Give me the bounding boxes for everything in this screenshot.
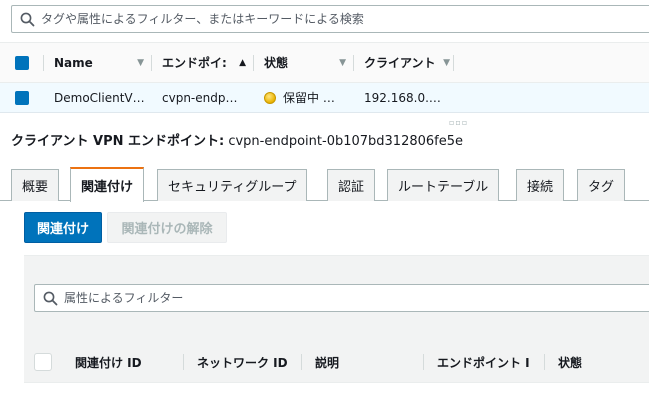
associations-table-header: 関連付け ID ネットワーク ID 説明 エンドポイント I 状態	[24, 342, 649, 382]
search-input[interactable]	[41, 12, 649, 26]
divider	[24, 382, 649, 383]
column-header-name[interactable]: Name ▼	[44, 43, 152, 82]
disassociate-button: 関連付けの解除	[107, 212, 227, 243]
associations-panel: 関連付け ID ネットワーク ID 説明 エンドポイント I 状態	[24, 255, 649, 383]
client-vpn-endpoints-table: Name ▼ エンドポイ: ▲ 状態 ▼ クライアント ▼ DemoClient…	[0, 42, 649, 113]
search-icon	[20, 12, 35, 27]
associate-button[interactable]: 関連付け	[24, 212, 102, 243]
endpoint-state: 保留中 …	[254, 83, 354, 112]
resource-search-box[interactable]	[11, 5, 649, 33]
sort-caret-icon[interactable]: ▼	[339, 58, 346, 68]
column-header-network-id[interactable]: ネットワーク ID	[184, 342, 302, 382]
detail-tabs: 概要 関連付け セキュリティグループ 認証 ルートテーブル 接続 タグ	[0, 167, 649, 202]
column-header-endpoint-ip[interactable]: エンドポイント I	[424, 342, 545, 382]
tab-authorization[interactable]: 認証	[327, 169, 376, 201]
column-header-state[interactable]: 状態 ▼	[254, 43, 354, 82]
search-icon	[43, 291, 58, 306]
endpoint-id: cvpn-endp…	[162, 90, 238, 105]
table-row[interactable]: DemoClientV… cvpn-endp… 保留中 … 192.168.0.…	[0, 83, 649, 113]
column-header-state[interactable]: 状態	[545, 342, 645, 382]
select-all-checkbox[interactable]	[15, 55, 29, 70]
select-all-cell[interactable]	[0, 43, 44, 82]
column-header-client-cidr[interactable]: クライアント ▼	[354, 43, 454, 82]
select-all-checkbox[interactable]	[34, 353, 52, 371]
row-select-cell[interactable]	[0, 83, 44, 112]
attribute-filter-input[interactable]	[64, 291, 649, 305]
attribute-filter-box[interactable]	[34, 284, 649, 312]
detail-title: クライアント VPN エンドポイント: cvpn-endpoint-0b107b…	[11, 134, 464, 149]
tab-connections[interactable]: 接続	[516, 169, 565, 201]
status-pending-icon	[264, 91, 276, 104]
column-header-association-id[interactable]: 関連付け ID	[62, 342, 184, 382]
endpoint-name: DemoClientV…	[54, 90, 145, 105]
sort-caret-icon[interactable]: ▼	[137, 58, 144, 68]
endpoint-id-value: cvpn-endpoint-0b107bd312806fe5e	[228, 134, 464, 149]
sort-ascending-icon[interactable]: ▲	[239, 58, 246, 68]
tab-tags[interactable]: タグ	[577, 169, 626, 201]
table-header: Name ▼ エンドポイ: ▲ 状態 ▼ クライアント ▼	[0, 43, 649, 83]
select-all-cell[interactable]	[24, 353, 62, 371]
column-header-endpoint[interactable]: エンドポイ: ▲	[152, 43, 254, 82]
tab-associations[interactable]: 関連付け	[70, 167, 145, 202]
sort-caret-icon[interactable]: ▼	[443, 58, 450, 68]
column-header-description[interactable]: 説明	[302, 342, 424, 382]
tab-route-table[interactable]: ルートテーブル	[387, 169, 500, 201]
client-cidr: 192.168.0.…	[364, 90, 441, 105]
row-checkbox[interactable]	[15, 90, 29, 105]
panel-resize-handle[interactable]: ▫▫▫	[449, 118, 468, 127]
tab-overview[interactable]: 概要	[11, 169, 60, 201]
tab-security-groups[interactable]: セキュリティグループ	[157, 169, 308, 201]
